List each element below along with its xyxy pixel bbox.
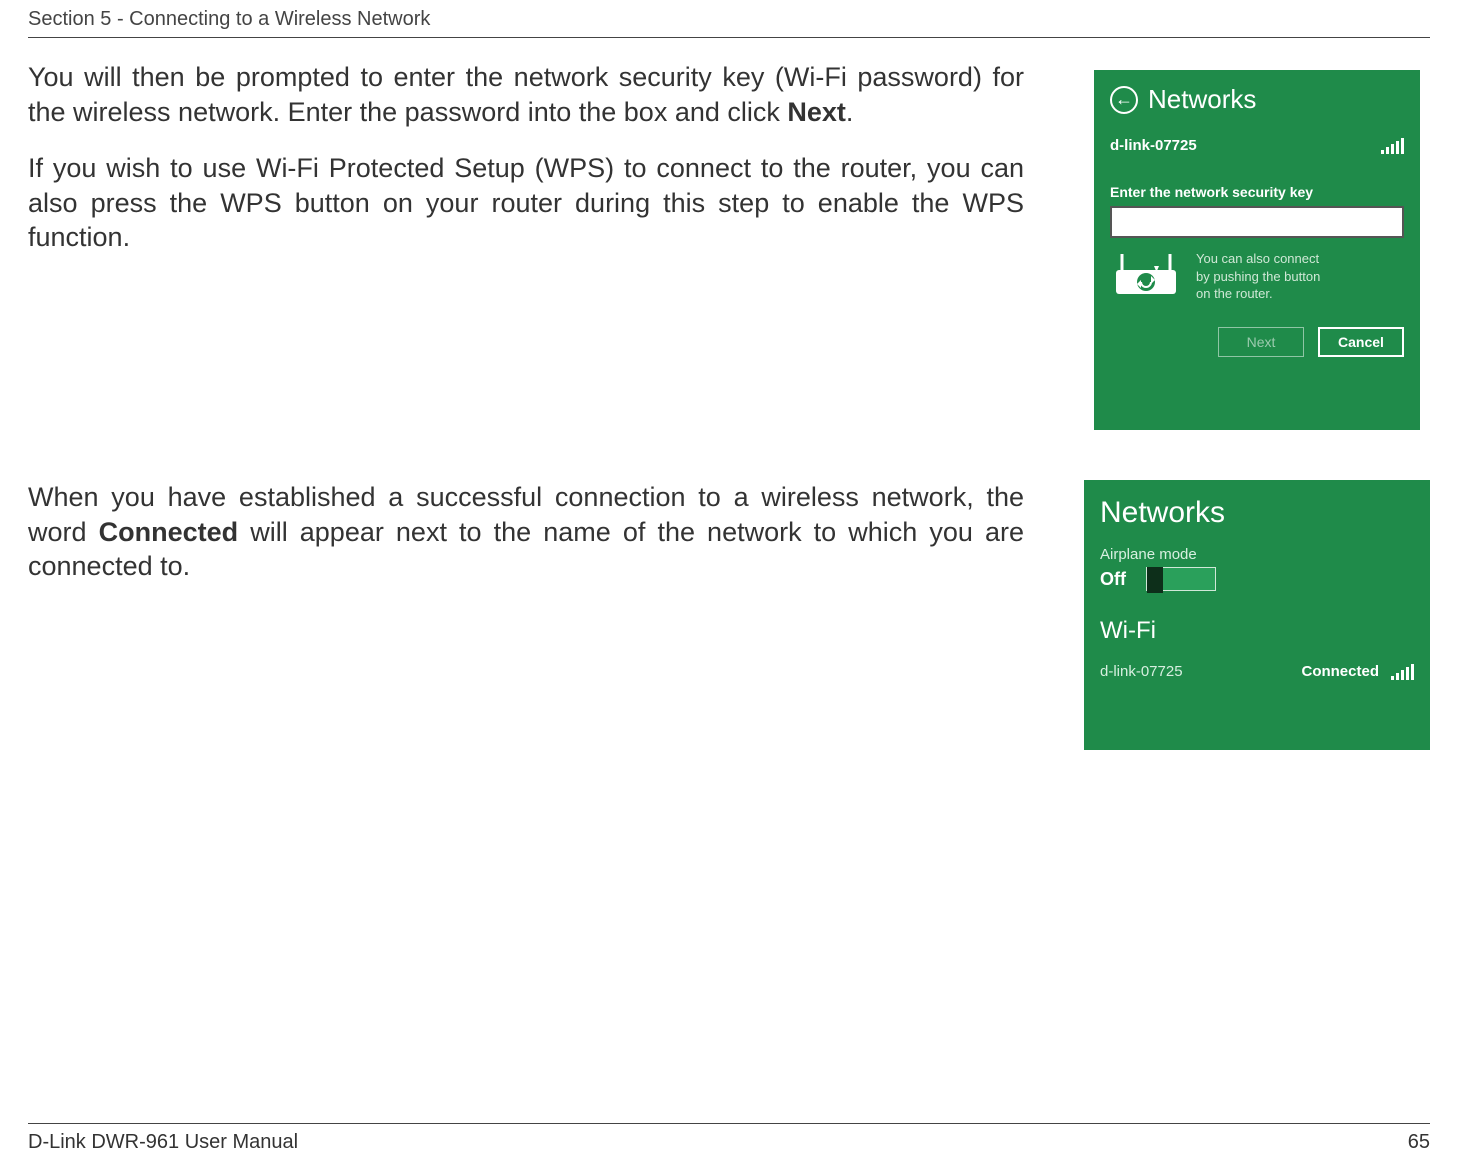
para1-bold: Next <box>787 97 846 127</box>
cancel-button[interactable]: Cancel <box>1318 327 1404 357</box>
network-row[interactable]: d-link-07725 <box>1110 137 1404 154</box>
next-button[interactable]: Next <box>1218 327 1304 357</box>
paragraph-1: You will then be prompted to enter the n… <box>28 60 1024 129</box>
signal-icon-2 <box>1391 664 1414 680</box>
paragraph-3: When you have established a successful c… <box>28 480 1024 584</box>
para1-t1: You will then be prompted to enter the n… <box>28 62 1024 127</box>
section-header: Section 5 - Connecting to a Wireless Net… <box>28 8 1430 31</box>
screenshot-security-key: ← Networks d-link-07725 Enter the networ… <box>1084 60 1430 440</box>
dialog-buttons: Next Cancel <box>1110 327 1404 357</box>
back-button[interactable]: ← <box>1110 86 1138 114</box>
wifi-section-label: Wi-Fi <box>1100 617 1414 645</box>
security-key-label: Enter the network security key <box>1110 184 1404 200</box>
screenshot-connected: Networks Airplane mode Off Wi-Fi d-link-… <box>1084 480 1430 750</box>
divider-top <box>28 37 1430 38</box>
para3-bold: Connected <box>99 517 239 547</box>
airplane-mode-value: Off <box>1100 569 1126 590</box>
row-connected: When you have established a successful c… <box>28 480 1430 750</box>
row-security-key: You will then be prompted to enter the n… <box>28 60 1430 440</box>
screenshot-1-wrap: ← Networks d-link-07725 Enter the networ… <box>1084 60 1430 440</box>
divider-bottom <box>28 1123 1430 1124</box>
airplane-mode-toggle[interactable] <box>1146 567 1216 591</box>
text-column-2: When you have established a successful c… <box>28 480 1024 750</box>
wps-line-1: You can also connect <box>1196 250 1320 268</box>
router-wps-icon <box>1110 250 1182 298</box>
airplane-mode-label: Airplane mode <box>1100 546 1414 563</box>
wps-text: You can also connect by pushing the butt… <box>1196 250 1320 303</box>
footer-manual-title: D-Link DWR-961 User Manual <box>28 1131 298 1154</box>
networks-title-2: Networks <box>1100 496 1414 530</box>
networks-title-bar: ← Networks <box>1110 84 1404 115</box>
security-key-input[interactable] <box>1110 206 1404 238</box>
footer-page-number: 65 <box>1408 1131 1430 1154</box>
wps-hint: You can also connect by pushing the butt… <box>1110 250 1404 303</box>
page-footer: D-Link DWR-961 User Manual 65 <box>28 1131 1430 1154</box>
network-name: d-link-07725 <box>1110 137 1197 154</box>
wps-line-2: by pushing the button <box>1196 268 1320 286</box>
toggle-knob <box>1147 567 1163 593</box>
networks-title: Networks <box>1148 84 1256 115</box>
paragraph-2: If you wish to use Wi-Fi Protected Setup… <box>28 151 1024 255</box>
wps-line-3: on the router. <box>1196 285 1320 303</box>
connected-network-name: d-link-07725 <box>1100 663 1183 680</box>
para1-t2: . <box>846 97 854 127</box>
arrow-left-icon: ← <box>1115 90 1133 108</box>
screenshot-2-wrap: Networks Airplane mode Off Wi-Fi d-link-… <box>1084 480 1430 750</box>
signal-icon <box>1381 138 1404 154</box>
text-column-1: You will then be prompted to enter the n… <box>28 60 1024 440</box>
airplane-mode-row: Off <box>1100 567 1414 591</box>
connected-network-row[interactable]: d-link-07725 Connected <box>1100 663 1414 680</box>
connected-status: Connected <box>1301 663 1379 680</box>
